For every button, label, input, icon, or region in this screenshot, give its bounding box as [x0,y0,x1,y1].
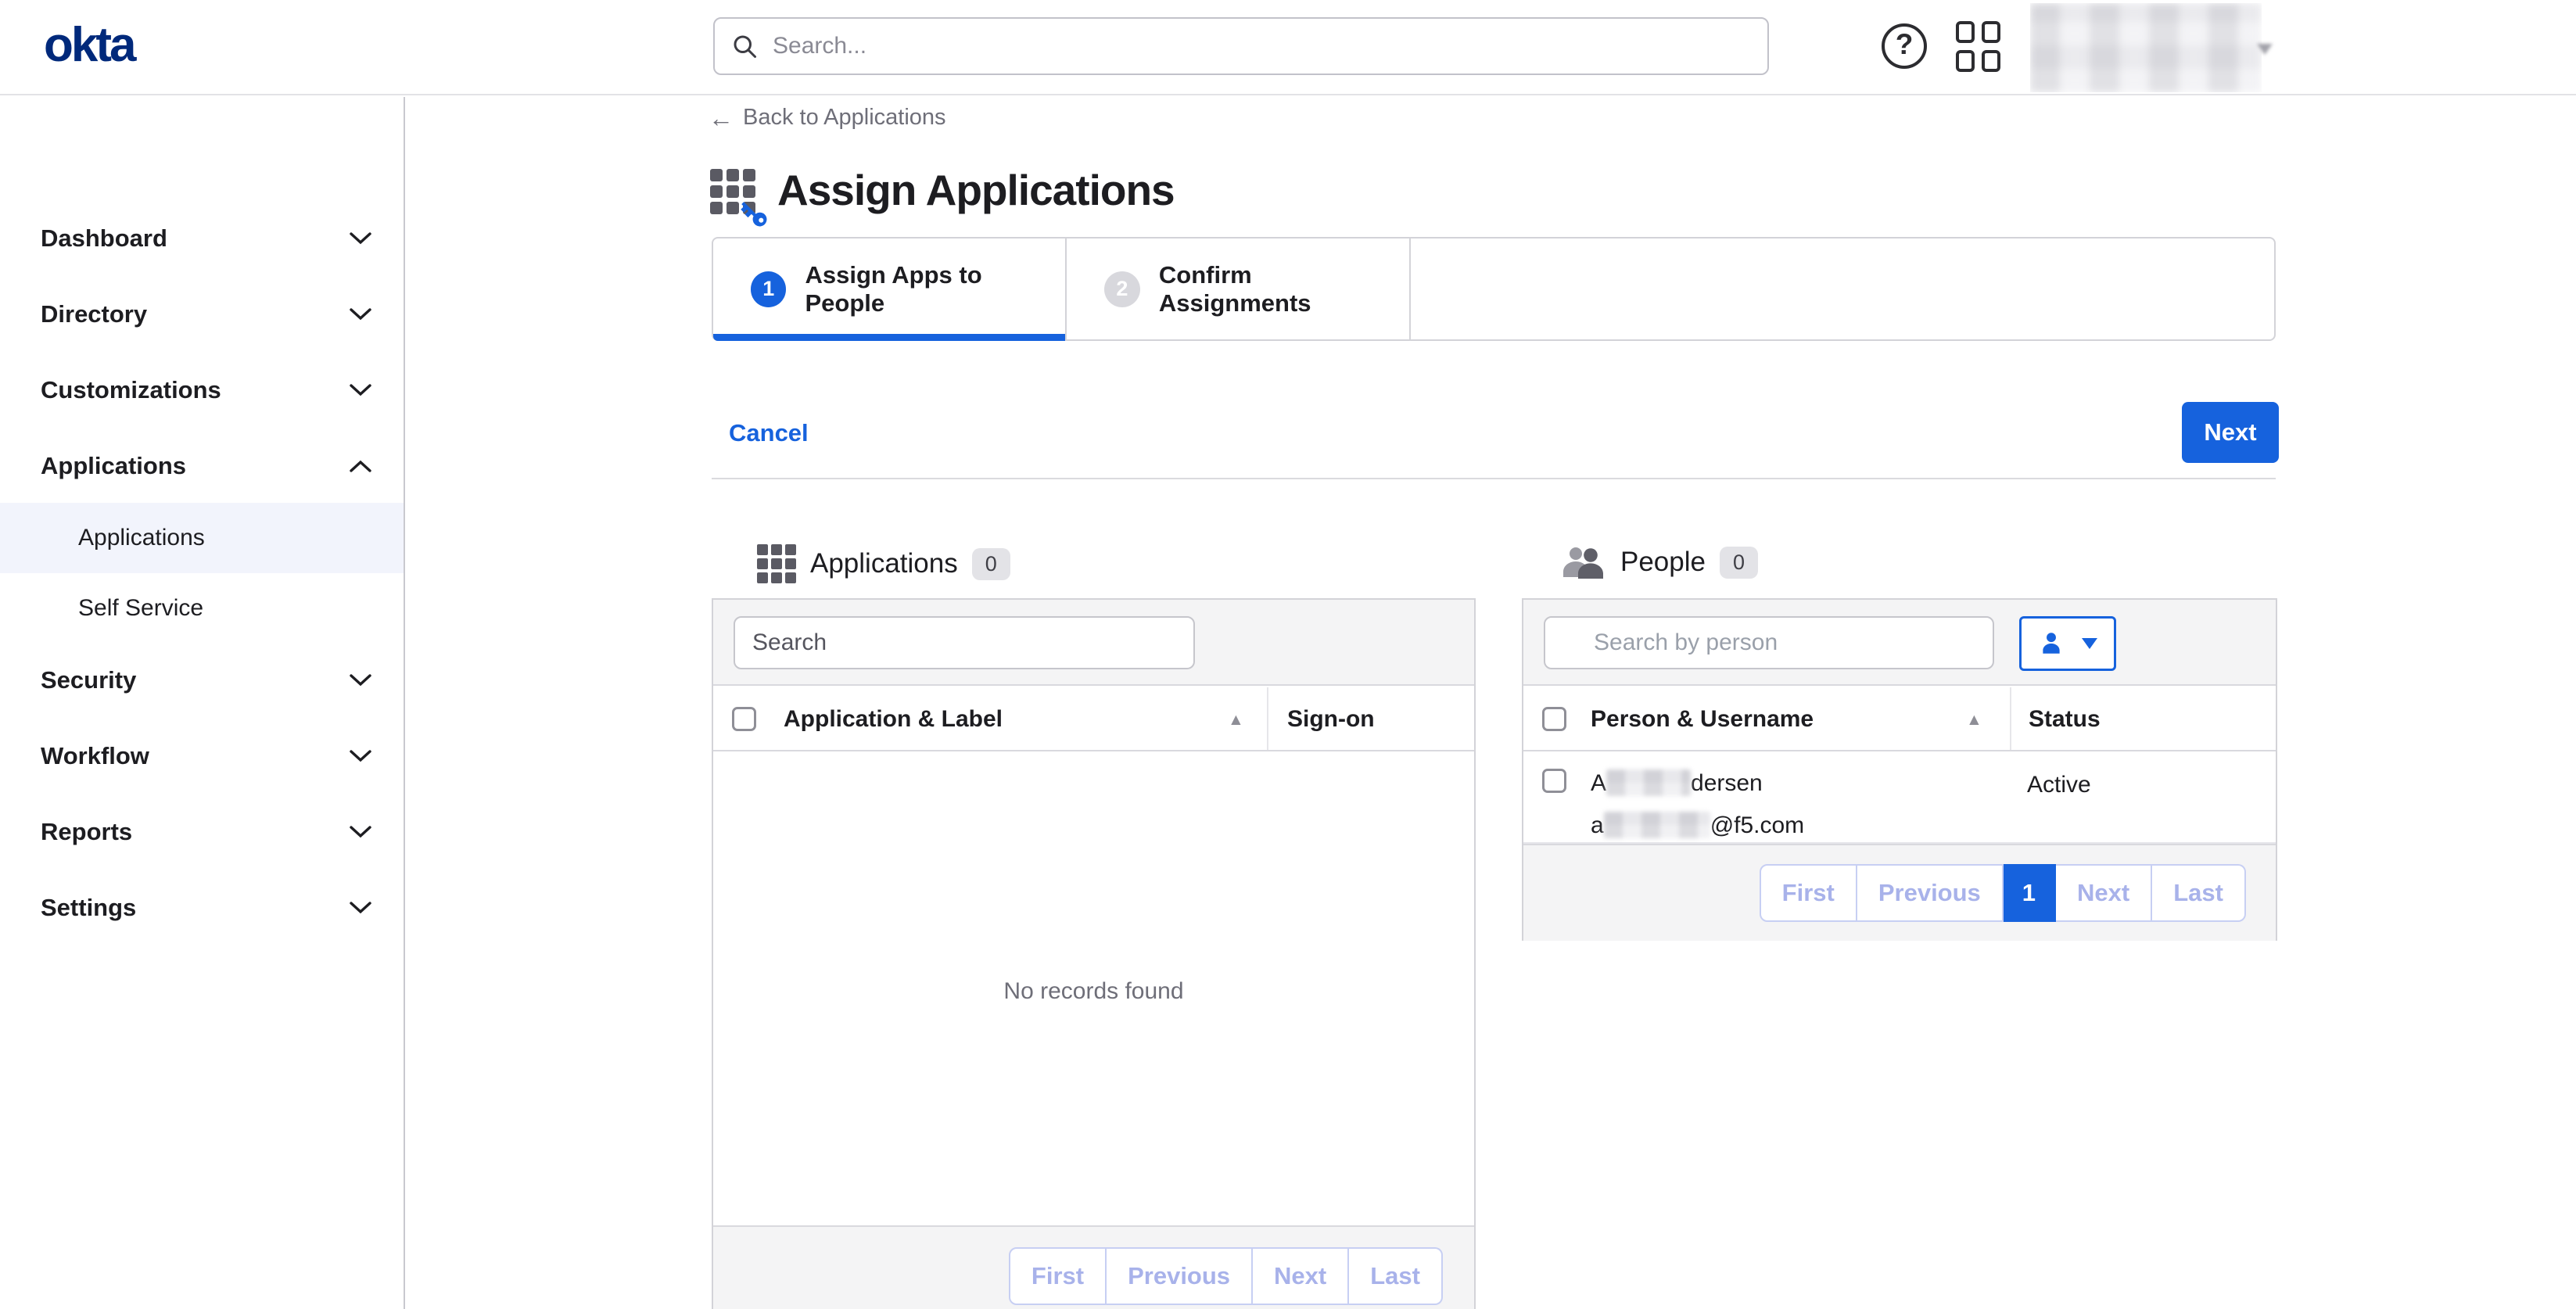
sidebar-item-workflow[interactable]: Workflow [41,740,372,773]
pagination-previous-button[interactable]: Previous [1857,864,2004,922]
pagination-next-button[interactable]: Next [2056,864,2152,922]
back-to-applications-link[interactable]: ← Back to Applications [709,105,946,131]
sidebar-item-security[interactable]: Security [41,664,372,697]
applications-count-badge: 0 [972,548,1010,580]
sidebar-subitem-self-service[interactable]: Self Service [0,573,404,644]
global-search [713,17,1769,75]
section-divider [712,478,2276,479]
okta-logo[interactable]: okta [44,17,134,73]
pagination-first-button[interactable]: First [1760,864,1857,922]
column-status: Status [2029,706,2101,733]
global-search-input[interactable] [771,32,1752,60]
pagination-previous-button[interactable]: Previous [1107,1247,1253,1305]
chevron-down-icon [349,673,372,687]
applications-table-footer: First Previous Next Last [713,1225,1474,1309]
people-toolbar [1523,600,2276,686]
people-table-row: Adersen a@f5.com Active [1523,751,2276,844]
help-button[interactable]: ? [1878,20,1930,72]
chevron-down-icon [349,749,372,763]
person-icon [2038,630,2065,657]
assign-applications-icon [710,169,757,216]
applications-table-body: No records found [713,751,1474,1225]
person-row-checkbox[interactable] [1542,769,1566,793]
person-name-username: Adersen a@f5.com [1591,762,1804,847]
select-all-applications-checkbox[interactable] [732,707,756,731]
applications-table-header: Application & Label ▲ Sign-on [713,687,1474,751]
step-tab-confirm-assignments[interactable]: 2 Confirm Assignments [1067,238,1411,339]
wizard-steps: 1 Assign Apps to People 2 Confirm Assign… [712,237,2276,341]
sidebar-item-dashboard[interactable]: Dashboard [41,222,372,255]
caret-down-icon [2082,638,2097,649]
people-panel: Person & Username ▲ Status Adersen a@f5.… [1522,598,2277,941]
applications-panel: Application & Label ▲ Sign-on No records… [712,598,1476,1309]
step-number-badge: 1 [751,271,786,307]
people-search-input[interactable] [1544,616,1994,669]
people-count-badge: 0 [1720,547,1758,579]
page-title-row: Assign Applications [710,164,1175,216]
applications-toolbar [713,600,1474,686]
column-application-label[interactable]: Application & Label [784,706,1003,733]
user-account-menu[interactable] [2030,3,2262,92]
sidebar-item-applications[interactable]: Applications [41,450,372,482]
active-step-underline [713,334,1065,341]
sidebar-item-settings[interactable]: Settings [41,891,372,924]
applications-search-input[interactable] [734,616,1195,669]
step-tab-assign-apps[interactable]: 1 Assign Apps to People [713,238,1067,339]
chevron-down-icon [349,231,372,246]
people-pagination: First Previous 1 Next Last [1760,864,2246,922]
sort-ascending-icon[interactable]: ▲ [1966,711,1982,730]
applications-pagination: First Previous Next Last [1009,1247,1443,1305]
sidebar-subitem-applications-selected[interactable]: Applications [0,503,404,573]
applications-grid-icon [757,544,796,583]
person-status: Active [2027,772,2091,798]
redacted-name-segment [1606,769,1691,796]
apps-grid-button[interactable] [1952,20,2004,72]
pagination-last-button[interactable]: Last [1349,1247,1443,1305]
chevron-down-icon [349,307,372,321]
chevron-down-icon [349,383,372,397]
people-table-header: Person & Username ▲ Status [1523,687,2276,751]
back-arrow-icon: ← [709,106,734,131]
pagination-current-page[interactable]: 1 [2004,864,2056,922]
user-name-redacted [2030,3,2262,92]
pagination-first-button[interactable]: First [1009,1247,1107,1305]
help-icon: ? [1882,23,1927,69]
sidebar-item-reports[interactable]: Reports [41,816,372,848]
people-table-footer: First Previous 1 Next Last [1523,844,2276,941]
sidebar-nav: Dashboard Directory Customizations Appli… [0,97,405,1309]
select-all-people-checkbox[interactable] [1542,707,1566,731]
people-panel-title: People 0 [1561,544,1758,580]
people-filter-dropdown-button[interactable] [2019,616,2116,671]
okta-admin-console: okta ? Dashboard Directory Customiz [0,0,2576,1309]
page-title: Assign Applications [777,165,1175,215]
sidebar-item-directory[interactable]: Directory [41,298,372,331]
topbar: okta ? [0,0,2576,95]
pagination-last-button[interactable]: Last [2152,864,2246,922]
cancel-link[interactable]: Cancel [729,419,809,447]
user-menu-caret-icon [2257,44,2273,55]
step-number-badge: 2 [1104,271,1140,307]
sidebar-item-customizations[interactable]: Customizations [41,374,372,407]
redacted-username-segment [1604,812,1710,838]
chevron-down-icon [349,825,372,839]
column-divider [1267,687,1268,750]
column-divider [2010,687,2011,750]
chevron-down-icon [349,901,372,915]
applications-panel-title: Applications 0 [757,544,1010,583]
apps-grid-icon [1956,21,2000,72]
people-icon [1561,544,1606,580]
column-person-username[interactable]: Person & Username [1591,706,1814,733]
pagination-next-button[interactable]: Next [1253,1247,1349,1305]
column-sign-on: Sign-on [1287,706,1375,733]
search-icon [730,32,759,60]
chevron-up-icon [349,459,372,473]
next-button[interactable]: Next [2182,402,2279,463]
empty-state-text: No records found [713,978,1474,1005]
sort-ascending-icon[interactable]: ▲ [1228,711,1244,730]
